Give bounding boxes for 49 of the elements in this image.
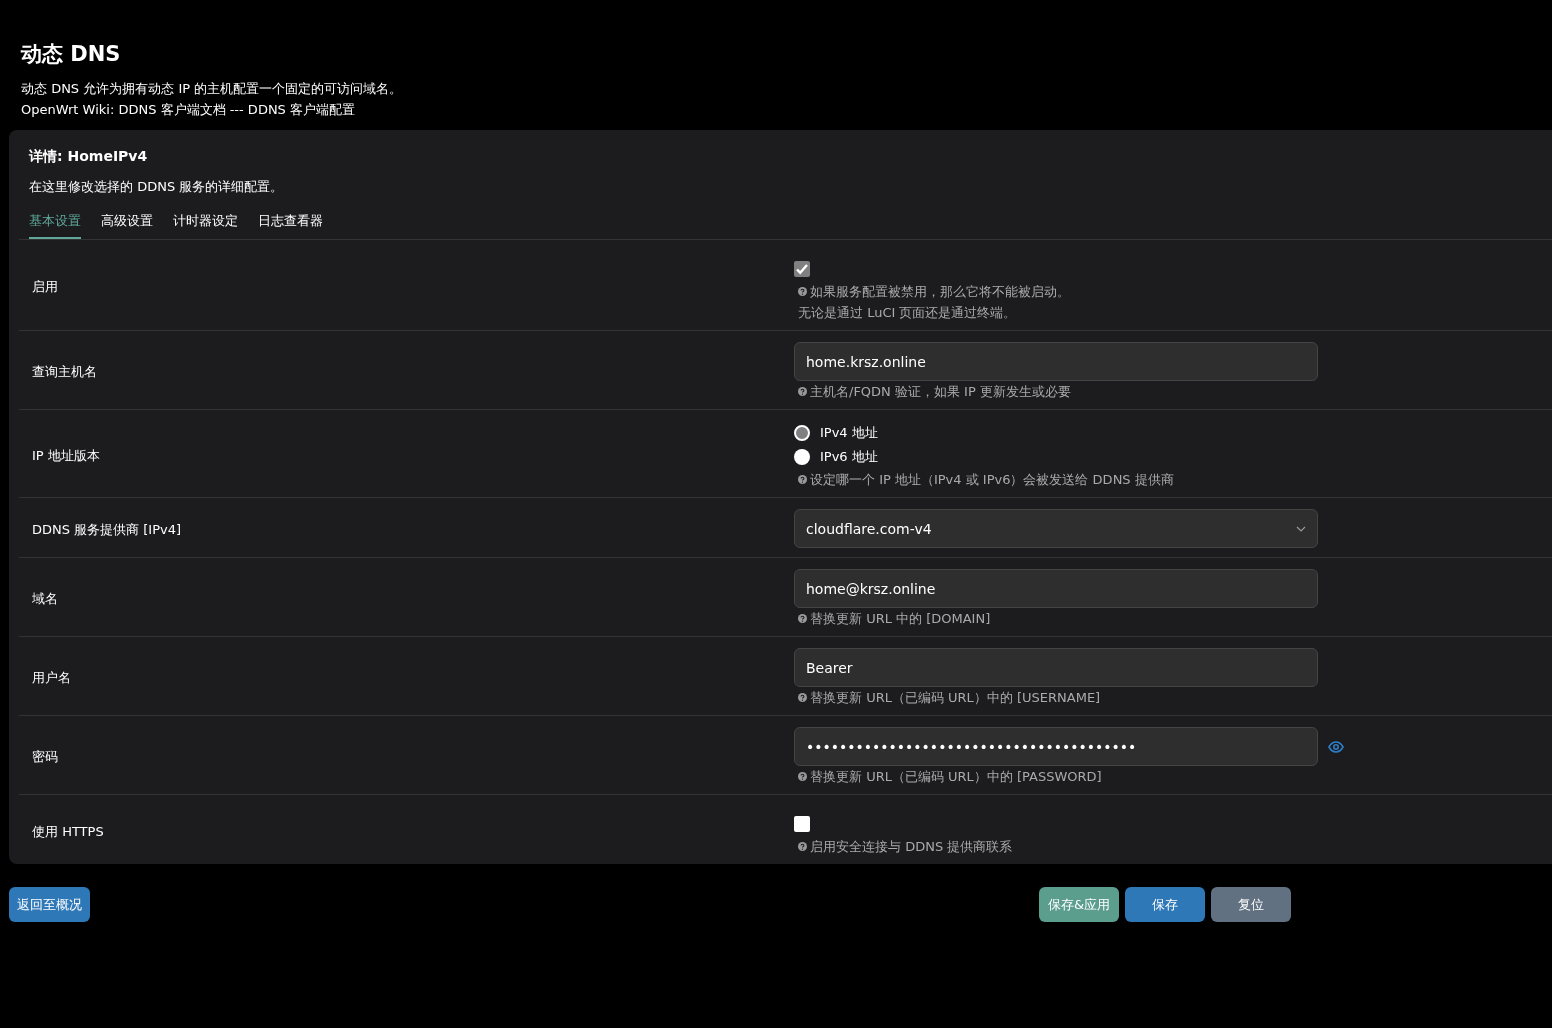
hint-text: 主机名/FQDN 验证，如果 IP 更新发生或必要 (810, 383, 1071, 401)
checkbox[interactable] (794, 261, 810, 277)
field-label: 用户名 (31, 669, 72, 687)
tab[interactable]: 日志查看器 (258, 210, 323, 239)
help-icon (798, 842, 807, 851)
help-icon (798, 614, 807, 623)
field-label: 密码 (31, 748, 59, 766)
password-field[interactable]: •••••••••••••••••••••••••••••••••••••••• (794, 727, 1318, 766)
text-field[interactable]: home.krsz.online (794, 342, 1318, 381)
hint-text: 替换更新 URL（已编码 URL）中的 [PASSWORD] (810, 768, 1102, 786)
page-title: 动态 DNS (21, 41, 122, 68)
hint-text: 替换更新 URL（已编码 URL）中的 [USERNAME] (810, 689, 1101, 707)
text-field[interactable]: home@krsz.online (794, 569, 1318, 608)
help-icon (798, 287, 807, 296)
section-title: 详情: HomeIPv4 (29, 148, 149, 166)
reset-button[interactable]: 复位 (1211, 887, 1291, 922)
dropdown-value: cloudflare.com-v4 (806, 520, 932, 537)
radio-label: IPv4 地址 (820, 424, 878, 442)
tab[interactable]: 计时器设定 (173, 210, 238, 239)
hint-text: 替换更新 URL 中的 [DOMAIN] (810, 610, 991, 628)
radio-label: IPv6 地址 (820, 448, 878, 466)
radio-button[interactable] (794, 425, 810, 441)
page-description: 动态 DNS 允许为拥有动态 IP 的主机配置一个固定的可访问域名。 (21, 80, 404, 98)
eye-icon (1328, 740, 1344, 753)
field-label: DDNS 服务提供商 [IPv4] (31, 520, 183, 539)
section-description: 在这里修改选择的 DDNS 服务的详细配置。 (29, 178, 285, 196)
back-button[interactable]: 返回至概况 (9, 887, 90, 922)
field-label: IP 地址版本 (31, 446, 101, 465)
field-label: 启用 (31, 278, 59, 296)
tab[interactable]: 高级设置 (101, 210, 153, 239)
field-label: 使用 HTTPS (31, 822, 105, 841)
help-icon (798, 387, 807, 396)
hint-text: 无论是通过 LuCI 页面还是通过终端。 (798, 304, 1017, 322)
hint-text: 启用安全连接与 DDNS 提供商联系 (810, 838, 1013, 856)
help-icon (798, 772, 807, 781)
radio-button[interactable] (794, 449, 810, 465)
help-icon (798, 693, 807, 702)
help-icon (798, 475, 807, 484)
checkbox[interactable] (794, 816, 810, 832)
wiki-links: OpenWrt Wiki: DDNS 客户端文档 --- DDNS 客户端配置 (21, 101, 356, 119)
save-button[interactable]: 保存 (1125, 887, 1205, 922)
chevron-down-icon (1296, 525, 1306, 532)
field-label: 查询主机名 (31, 363, 98, 381)
hint-text: 设定哪一个 IP 地址（IPv4 或 IPv6）会被发送给 DDNS 提供商 (810, 471, 1174, 489)
tab[interactable]: 基本设置 (29, 210, 81, 239)
field-label: 域名 (31, 590, 59, 608)
text-field[interactable]: Bearer (794, 648, 1318, 687)
hint-text: 如果服务配置被禁用，那么它将不能被启动。 (810, 283, 1070, 301)
dropdown[interactable]: cloudflare.com-v4 (794, 509, 1318, 548)
